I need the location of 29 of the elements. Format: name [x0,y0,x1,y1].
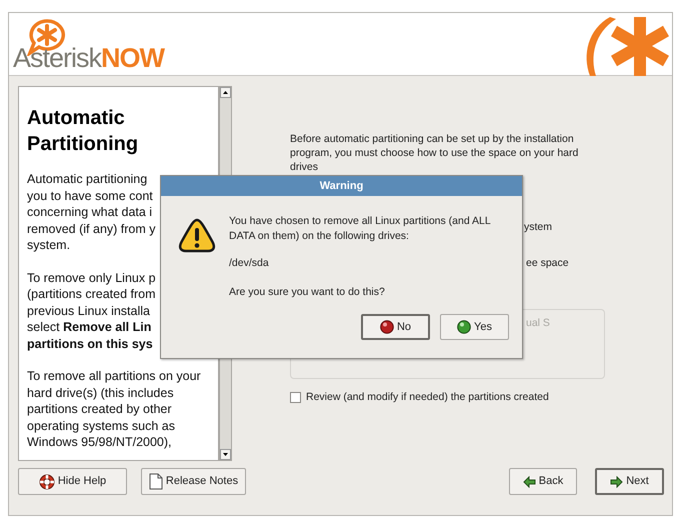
help-text-line: Windows 95/98/NT/2000), [27,434,173,450]
help-text-line: select Remove all Lin [27,319,152,336]
help-text-line: hard drive(s) (this includes [27,384,175,401]
help-text-line: system. [27,237,72,254]
help-text-line: (partitions created from [27,286,157,302]
intro-text-line: Before automatic partitioning can be set up by the installation [290,132,575,146]
help-text-line: partitions on this sys [27,336,154,352]
option-label: ual S [526,317,550,329]
help-text-line: partitions created by other [27,401,173,418]
option-label: ee space [526,256,570,270]
dialog-title-bar: Warning [161,176,522,196]
help-text-line: To remove only Linux p [27,270,157,286]
drive-name: /dev/sda [229,256,270,271]
help-text-line: To remove all partitions on your [27,368,202,384]
logo-text: NOW [101,43,164,73]
help-title: Automatic Partitioning [27,106,140,157]
help-text-line: removed (if any) from y [27,220,157,237]
intro-text-line: drives [290,160,320,174]
help-text-line: previous Linux installa [27,302,151,319]
dialog-message-line: You have chosen to remove all Linux partitions (and ALL [229,214,491,229]
logo-text: Asterisk [13,43,102,73]
option-label: ystem [524,220,554,234]
intro-text-line: program, you must choose how to use the space on your hard [290,146,580,160]
dialog-message-line: DATA on them) on the following drives: [229,229,410,244]
dialog-question: Are you sure you want to do this? [229,285,386,300]
help-text-line: Automatic partitioning [27,171,148,188]
help-text-line: operating systems such as [27,418,176,434]
help-text-line: you to have some cont [27,188,154,204]
help-text-line: concerning what data i [27,204,154,220]
